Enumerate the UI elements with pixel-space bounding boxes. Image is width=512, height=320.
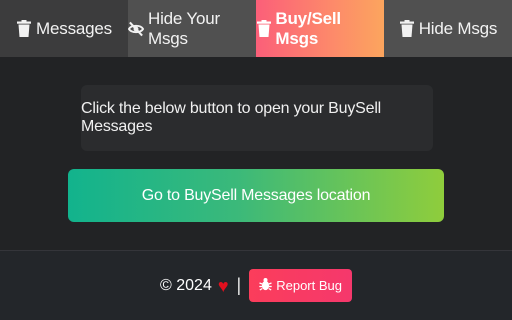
footer-separator: | (236, 275, 242, 295)
tab-hide-your-msgs[interactable]: Hide Your Msgs (128, 0, 256, 57)
tab-messages[interactable]: Messages (0, 0, 128, 57)
eye-slash-icon (128, 20, 144, 38)
tab-bar: Messages Hide Your Msgs Buy/Sell Msgs Hi… (0, 0, 512, 57)
heart-icon: ♥ (217, 275, 229, 296)
trash-icon (256, 20, 271, 38)
main-panel: Click the below button to open your BuyS… (0, 57, 512, 250)
go-to-buysell-button[interactable]: Go to BuySell Messages location (68, 169, 444, 222)
info-message: Click the below button to open your BuyS… (81, 85, 433, 151)
copyright-text: © 2024 (160, 276, 212, 294)
report-bug-label: Report Bug (276, 278, 342, 293)
trash-icon (16, 20, 32, 38)
report-bug-button[interactable]: Report Bug (249, 269, 352, 302)
tab-label: Hide Your Msgs (148, 8, 220, 48)
trash-icon (399, 20, 415, 38)
bug-icon (259, 277, 272, 294)
tab-buy-sell-msgs[interactable]: Buy/Sell Msgs (256, 0, 384, 57)
tab-label: Hide Msgs (418, 18, 498, 38)
tab-label: Buy/Sell Msgs (275, 8, 341, 48)
tab-hide-msgs[interactable]: Hide Msgs (384, 0, 512, 57)
footer: © 2024 ♥ | Report Bug (0, 251, 512, 320)
tab-label: Messages (36, 18, 112, 38)
